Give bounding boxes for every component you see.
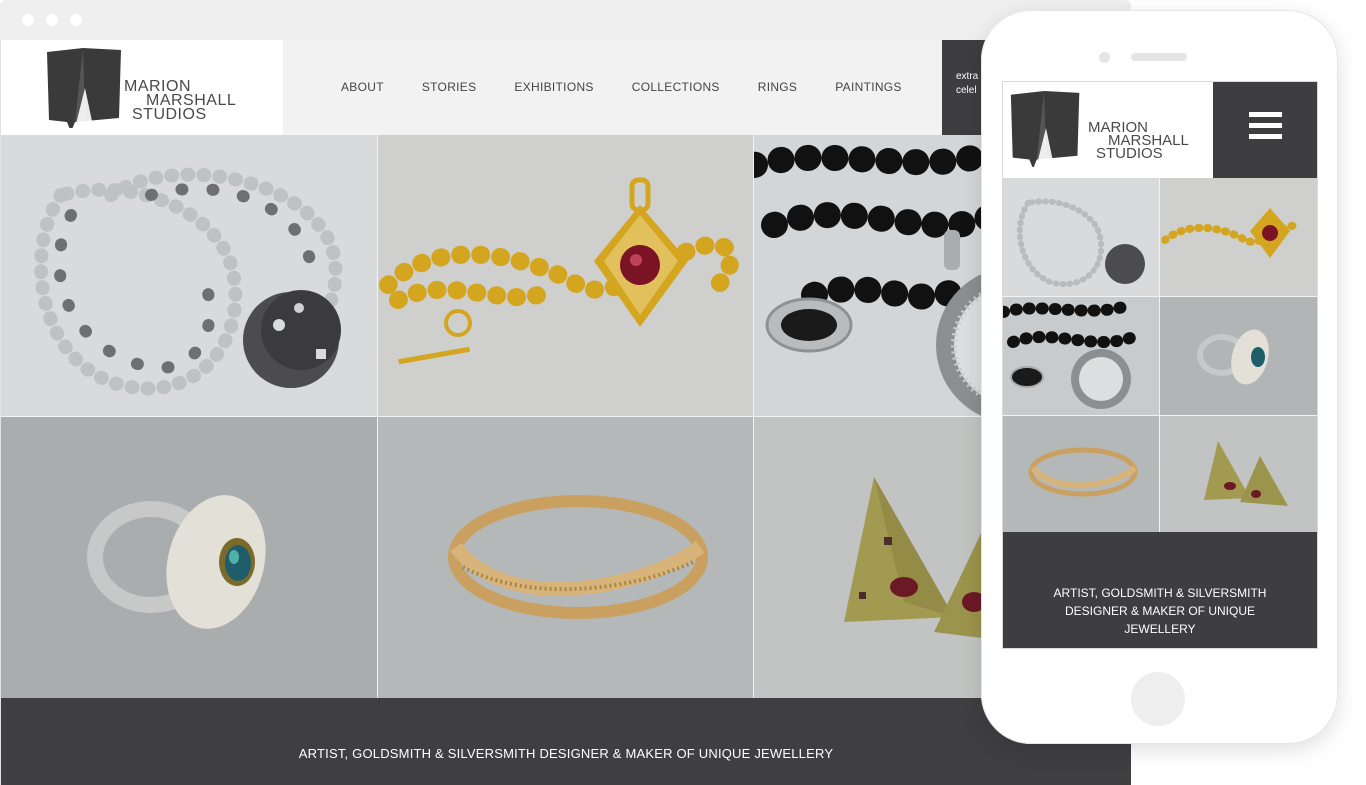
phone-speaker [1131, 53, 1187, 61]
mobile-tile-gold-bangle[interactable] [1003, 416, 1159, 532]
browser-title-bar [0, 0, 1131, 41]
mobile-phone-mockup: MARION MARSHALL STUDIOS ARTIST, GOLDSMIT… [981, 10, 1338, 744]
mobile-tile-onyx-pendant[interactable] [1003, 297, 1159, 415]
opal-ring-thumb [1197, 329, 1269, 385]
logo-line-3: STUDIOS [132, 106, 207, 123]
mobile-tile-opal-ring[interactable] [1160, 297, 1317, 415]
gallery-tile-opal-ring[interactable] [1, 417, 377, 698]
site-footer-bar: ARTIST, GOLDSMITH & SILVERSMITH DESIGNER… [1, 698, 1131, 785]
hamburger-menu-icon [1249, 112, 1282, 117]
gold-necklace-thumb [1161, 208, 1304, 258]
folded-slate-logo-icon[interactable] [1009, 89, 1083, 167]
site-logo[interactable]: MARION MARSHALL STUDIOS [1, 40, 283, 135]
phone-home-button[interactable] [1131, 672, 1185, 726]
main-nav: ABOUT STORIES EXHIBITIONS COLLECTIONS RI… [341, 80, 940, 94]
nav-rings[interactable]: RINGS [758, 80, 798, 94]
window-maximize-dot[interactable] [70, 14, 82, 26]
nav-exhibitions[interactable]: EXHIBITIONS [514, 80, 593, 94]
hamburger-bar [1249, 134, 1282, 139]
site-header: MARION MARSHALL STUDIOS ABOUT STORIES EX… [1, 40, 1131, 135]
footer-tagline: ARTIST, GOLDSMITH & SILVERSMITH DESIGNER… [298, 746, 834, 761]
nav-paintings[interactable]: PAINTINGS [835, 80, 902, 94]
opal-ring-image [87, 495, 266, 629]
gold-necklace-image [379, 177, 740, 365]
hamburger-bar [1249, 123, 1282, 128]
gold-bangle-thumb [1028, 447, 1138, 497]
gold-bangle-image [448, 495, 708, 619]
mobile-tile-gold-necklace[interactable] [1160, 178, 1317, 296]
mobile-footer-tagline: ARTIST, GOLDSMITH & SILVERSMITH DESIGNER… [1053, 586, 1267, 636]
pearl-necklace-thumb [1016, 198, 1145, 288]
onyx-pendant-thumb [1003, 301, 1139, 409]
phone-camera [1099, 52, 1110, 63]
website: MARION MARSHALL STUDIOS ABOUT STORIES EX… [1, 40, 1131, 785]
gallery-grid [1, 135, 1131, 698]
mobile-header: MARION MARSHALL STUDIOS [1003, 82, 1317, 178]
gallery-tile-gold-bangle[interactable] [378, 417, 753, 698]
nav-collections[interactable]: COLLECTIONS [632, 80, 720, 94]
mobile-footer: ARTIST, GOLDSMITH & SILVERSMITH DESIGNER… [1003, 532, 1317, 648]
pearl-necklace-image [34, 167, 343, 396]
nav-about[interactable]: ABOUT [341, 80, 384, 94]
hamburger-menu-button[interactable] [1213, 82, 1317, 178]
window-close-dot[interactable] [22, 14, 34, 26]
mobile-tile-pearl-necklace[interactable] [1003, 178, 1159, 296]
nav-stories[interactable]: STORIES [422, 80, 477, 94]
mobile-tile-triangle-earrings[interactable] [1160, 416, 1317, 532]
mobile-logo-wordmark[interactable]: MARION MARSHALL STUDIOS [1088, 120, 1189, 161]
window-minimize-dot[interactable] [46, 14, 58, 26]
gallery-tile-pearl-necklace[interactable] [1, 135, 377, 416]
logo-wordmark: MARION MARSHALL STUDIOS [124, 79, 236, 123]
mobile-screen: MARION MARSHALL STUDIOS ARTIST, GOLDSMIT… [1002, 81, 1318, 649]
triangle-earrings-thumb [1204, 441, 1288, 506]
gallery-tile-gold-necklace[interactable] [378, 135, 753, 416]
folded-slate-logo-icon [47, 48, 121, 128]
mobile-gallery-grid [1003, 178, 1317, 532]
desktop-browser-window: MARION MARSHALL STUDIOS ABOUT STORIES EX… [0, 0, 1131, 785]
